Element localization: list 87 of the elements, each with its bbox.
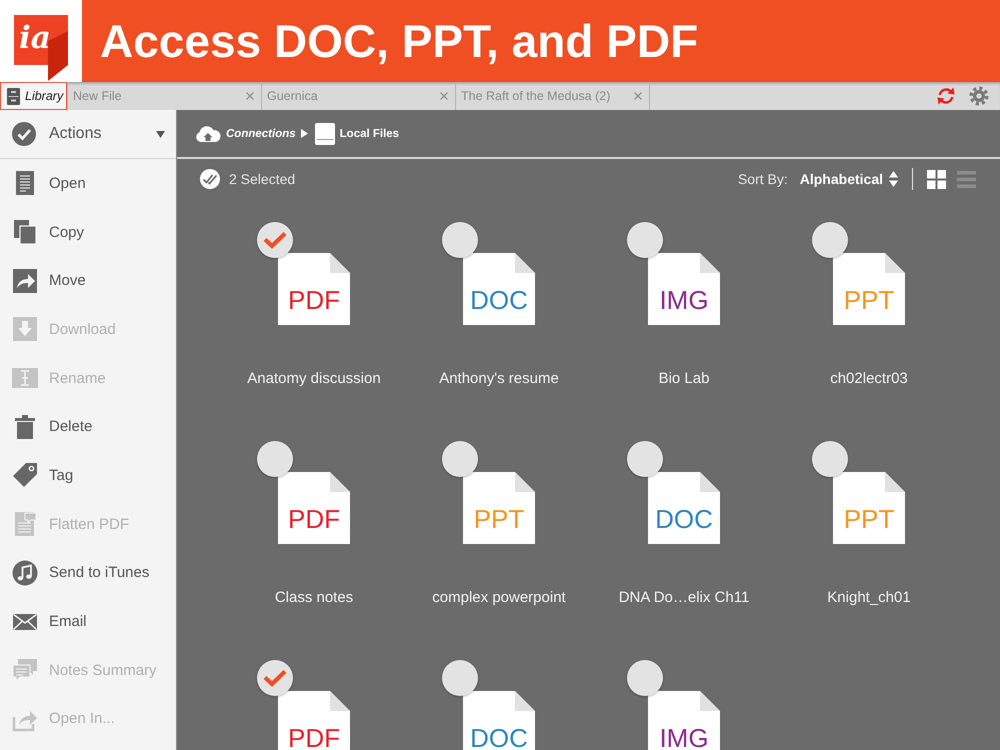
document-thumbnail[interactable]: PDF (278, 472, 350, 544)
sidebar-item[interactable]: Email (0, 597, 176, 646)
select-checkbox[interactable] (257, 441, 293, 477)
folded-corner-icon (700, 472, 720, 492)
music-note-icon (12, 560, 38, 586)
document-thumbnail[interactable]: PPT (463, 472, 535, 544)
cloud-icon (195, 125, 221, 142)
select-checkbox[interactable] (812, 222, 848, 258)
file-name: Anatomy discussion (247, 370, 381, 388)
select-checkbox[interactable] (442, 660, 478, 696)
triangle-right-icon (300, 129, 308, 138)
file-type-label: PPT (474, 509, 524, 529)
select-checkbox[interactable] (257, 660, 293, 696)
document-thumbnail[interactable]: DOC (648, 472, 720, 544)
tag-icon (12, 462, 38, 488)
refresh-icon[interactable] (936, 86, 956, 106)
checkmark-icon (263, 669, 287, 687)
sidebar-item[interactable]: Move (0, 256, 176, 306)
file-type-label: PDF (288, 728, 340, 748)
check-circle-icon (12, 122, 36, 146)
checkmark-icon (263, 231, 287, 249)
tab[interactable]: Library (0, 82, 68, 110)
folded-corner-icon (330, 253, 350, 273)
app-logo: ia (14, 15, 68, 81)
folded-corner-icon (515, 691, 535, 711)
drive-icon (314, 122, 335, 144)
grid-view-icon[interactable] (927, 170, 946, 188)
file-type-label: PPT (844, 290, 894, 310)
file-name: DNA Do…elix Ch11 (618, 589, 750, 607)
document-thumbnail[interactable]: PPT (833, 253, 905, 325)
file-name: ch02lectr03 (830, 370, 908, 388)
file-name: Bio Lab (658, 370, 710, 388)
file-name: Class notes (274, 589, 354, 607)
sort-dropdown[interactable]: Alphabetical (800, 171, 898, 187)
file-type-label: PPT (844, 509, 894, 529)
file-type-label: PDF (288, 290, 340, 310)
select-checkbox[interactable] (442, 441, 478, 477)
settings-icon[interactable] (969, 86, 989, 106)
sort-label: Sort By: (738, 171, 788, 187)
select-all-icon[interactable] (200, 169, 220, 189)
document-thumbnail[interactable]: DOC (463, 253, 535, 325)
select-checkbox[interactable] (442, 222, 478, 258)
file-name: Knight_ch01 (827, 589, 911, 607)
folded-corner-icon (700, 253, 720, 273)
file-type-label: PDF (288, 509, 340, 529)
file-type-label: DOC (470, 728, 528, 748)
sort-arrows-icon (889, 171, 898, 187)
document-thumbnail[interactable]: IMG (648, 253, 720, 325)
file-name: Anthony's resume (439, 370, 559, 388)
select-checkbox[interactable] (627, 660, 663, 696)
file-type-label: IMG (659, 290, 709, 310)
download-icon (12, 316, 38, 342)
document-comment-icon (12, 511, 38, 538)
folded-corner-icon (330, 472, 350, 492)
folded-corner-icon (885, 253, 905, 273)
document-thumbnail[interactable]: DOC (463, 691, 535, 750)
select-checkbox[interactable] (627, 441, 663, 477)
document-thumbnail[interactable]: PDF (278, 691, 350, 750)
copy-icon (12, 219, 38, 246)
actions-menu[interactable]: Actions (0, 110, 176, 159)
sidebar-item[interactable]: Copy (0, 208, 176, 256)
file-name: complex powerpoint (432, 589, 566, 607)
select-checkbox[interactable] (257, 222, 293, 258)
selection-count: 2 Selected (229, 171, 296, 187)
caret-icon (156, 130, 165, 138)
sidebar-item[interactable]: Open (0, 159, 176, 208)
cabinet-icon (7, 88, 20, 104)
file-type-label: IMG (659, 728, 709, 748)
document-thumbnail[interactable]: PDF (278, 253, 350, 325)
document-thumbnail[interactable]: IMG (648, 691, 720, 750)
sidebar-item[interactable]: Tag (0, 451, 176, 500)
sidebar-item[interactable]: Delete (0, 402, 176, 452)
folded-corner-icon (515, 472, 535, 492)
file-type-label: DOC (470, 290, 528, 310)
sidebar-item[interactable]: Send to iTunes (0, 548, 176, 598)
header-title: Access DOC, PPT, and PDF (100, 14, 698, 69)
folded-corner-icon (885, 472, 905, 492)
breadcrumb-link[interactable]: Local Files (340, 128, 400, 140)
folded-corner-icon (515, 253, 535, 273)
breadcrumb-link[interactable]: Connections (226, 128, 296, 140)
folded-corner-icon (700, 691, 720, 711)
file-type-label: DOC (655, 509, 713, 529)
select-checkbox[interactable] (812, 441, 848, 477)
folded-corner-icon (330, 691, 350, 711)
trash-icon (12, 414, 38, 440)
select-checkbox[interactable] (627, 222, 663, 258)
document-thumbnail[interactable]: PPT (833, 472, 905, 544)
